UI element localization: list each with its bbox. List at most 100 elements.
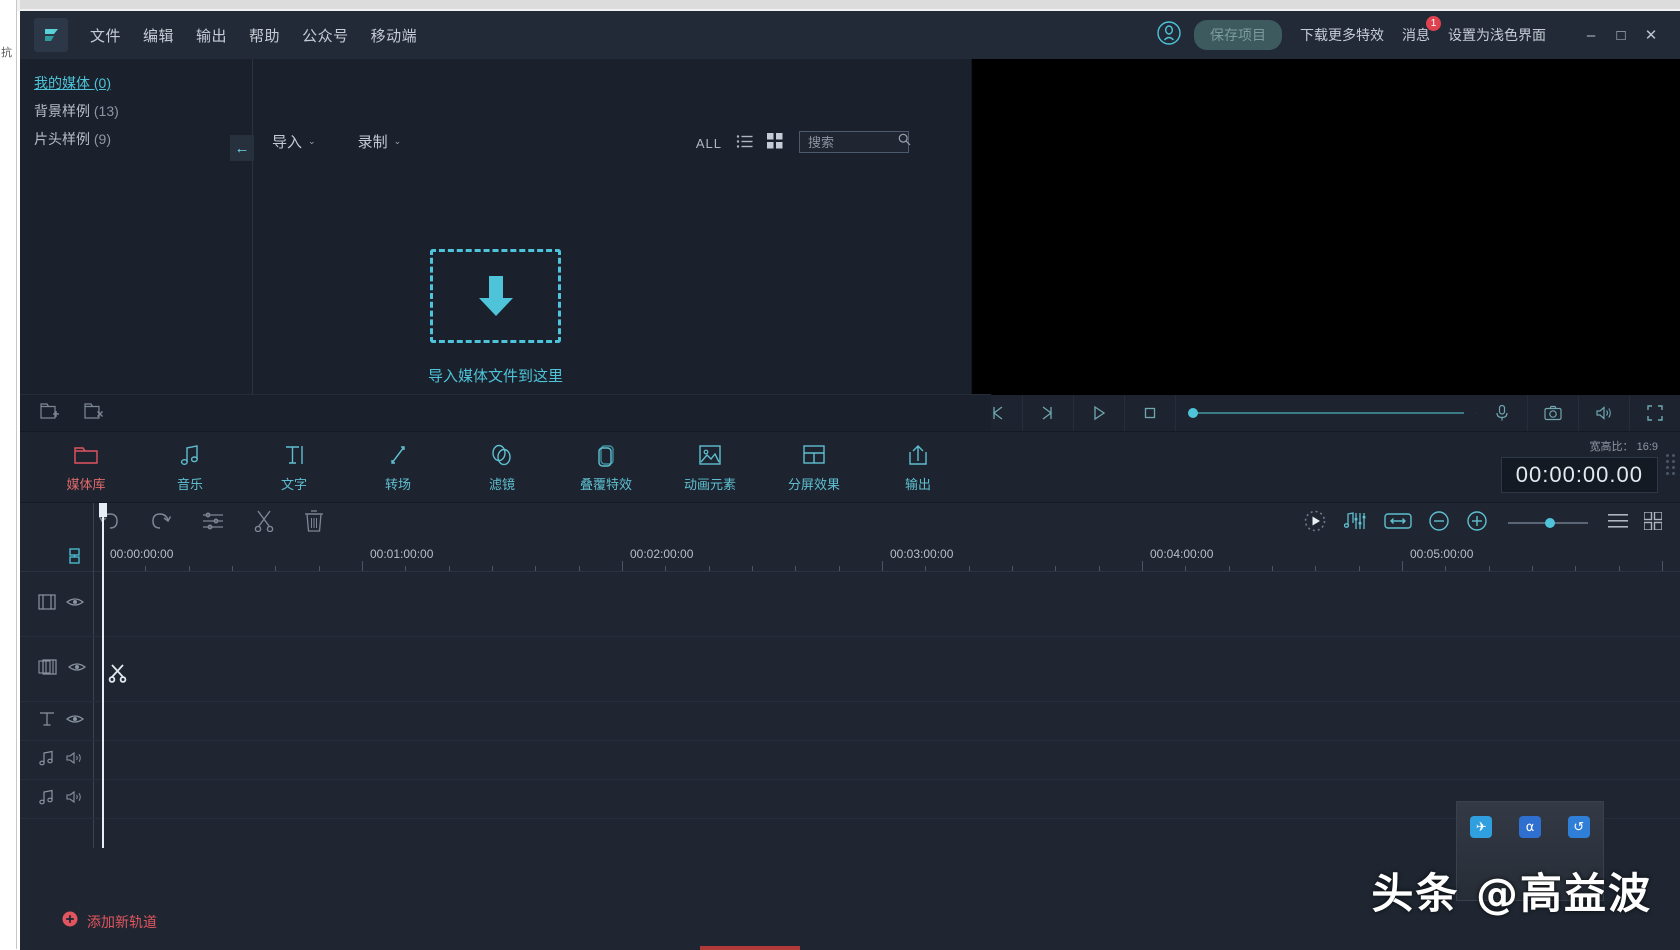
sidebar-item-intro-samples[interactable]: 片头样例 (9) [34,125,234,153]
zoom-out-icon[interactable] [1428,510,1450,537]
record-button[interactable]: 录制 ⌄ [358,131,402,152]
download-effects-button[interactable]: 下载更多特效 [1300,25,1384,45]
tab-filter[interactable]: 滤镜 [450,442,554,493]
tab-media-library[interactable]: 媒体库 [34,442,138,493]
sidebar-item-my-media[interactable]: 我的媒体 (0) [34,69,234,97]
track-header [20,789,88,810]
timeline-zoom-slider[interactable] [1508,522,1588,524]
progress-track[interactable] [1188,412,1464,414]
eye-icon[interactable] [66,595,84,613]
track-content[interactable] [88,702,1680,740]
multi-film-icon[interactable] [38,659,58,680]
fit-timeline-icon[interactable] [1384,511,1412,536]
delete-icon[interactable] [304,510,324,537]
tray-sync-icon[interactable]: ↺ [1568,816,1590,838]
save-project-button[interactable]: 保存项目 [1194,20,1282,50]
speaker-icon[interactable] [66,790,84,809]
redo-icon[interactable] [150,511,172,536]
fullscreen-icon[interactable] [1630,395,1680,431]
menu-official-account[interactable]: 公众号 [302,25,349,46]
add-new-track-label: 添加新轨道 [87,912,157,932]
music-note-icon[interactable] [38,789,56,810]
delete-folder-icon[interactable] [84,402,104,425]
cut-icon[interactable] [254,510,274,537]
eye-icon[interactable] [68,660,86,678]
tab-music[interactable]: 音乐 [138,442,242,493]
tab-export[interactable]: 输出 [866,442,970,493]
preview-video-stage[interactable] [972,59,1680,395]
track-row[interactable] [20,741,1680,780]
speaker-icon[interactable] [66,751,84,770]
marker-icon[interactable] [68,548,81,569]
track-row[interactable] [20,637,1680,702]
tab-splitscreen[interactable]: 分屏效果 [762,442,866,493]
track-content[interactable] [88,741,1680,779]
menu-help[interactable]: 帮助 [249,25,280,46]
music-note-icon[interactable] [38,750,56,771]
menu-file[interactable]: 文件 [90,25,121,46]
dropzone-box[interactable] [430,249,561,343]
grid-view-icon[interactable] [767,133,783,154]
media-toolbar: 导入 ⌄ 录制 ⌄ [272,131,443,152]
play-button[interactable] [1074,395,1125,431]
messages-button[interactable]: 消息 1 [1402,25,1430,45]
film-icon[interactable] [38,594,56,615]
ruler-tick-minor [275,566,276,571]
menu-edit[interactable]: 编辑 [143,25,174,46]
speaker-icon[interactable] [1579,395,1630,431]
new-folder-icon[interactable] [40,402,60,425]
progress-knob[interactable] [1188,408,1198,418]
timeline-ruler[interactable]: 00:00:00:00 00:01:00:00 00:02:00:00 00:0… [20,543,1680,572]
menu-mobile[interactable]: 移动端 [371,25,418,46]
playhead[interactable] [102,503,104,848]
timecode-display[interactable]: 00:00:00.00 [1501,457,1658,493]
track-row[interactable] [20,780,1680,819]
menu-export[interactable]: 输出 [196,25,227,46]
search-icon[interactable] [898,133,911,151]
render-preview-icon[interactable] [1302,508,1328,539]
track-row[interactable] [20,702,1680,741]
search-box[interactable] [799,131,909,153]
track-header [20,659,88,680]
import-button[interactable]: 导入 ⌄ [272,131,316,152]
camera-icon[interactable] [1528,395,1579,431]
filter-all-button[interactable]: ALL [696,136,722,151]
tab-animation[interactable]: 动画元素 [658,442,762,493]
stop-button[interactable] [1125,395,1176,431]
text-t-icon[interactable] [38,711,56,732]
tab-text[interactable]: 文字 [242,442,346,493]
search-input[interactable] [806,134,898,151]
tray-telegram-icon[interactable]: ✈ [1470,816,1492,838]
sidebar-item-background-samples[interactable]: 背景样例 (13) [34,97,234,125]
minimize-button[interactable]: – [1576,20,1606,50]
maximize-button[interactable]: □ [1606,20,1636,50]
track-content[interactable] [88,780,1680,818]
next-frame-button[interactable] [1023,395,1074,431]
user-avatar-icon[interactable] [1156,20,1182,51]
intro-samples-label: 片头样例 [34,131,90,147]
track-content[interactable] [88,637,1680,701]
track-row[interactable] [20,572,1680,637]
mic-icon[interactable] [1477,395,1528,431]
ruler-tick-major [882,561,883,571]
playback-progress-slider[interactable] [1176,412,1477,414]
tray-bluetooth-icon[interactable]: ⍺ [1519,816,1541,838]
track-content[interactable] [88,572,1680,636]
light-theme-button[interactable]: 设置为浅色界面 [1448,25,1546,45]
playhead-handle[interactable] [99,503,107,517]
adjust-icon[interactable] [202,512,224,535]
media-dropzone[interactable]: 导入媒体文件到这里 [20,249,971,386]
collapse-sidebar-button[interactable]: ← [230,135,254,161]
tab-overlay[interactable]: 叠覆特效 [554,442,658,493]
resize-grip[interactable] [1666,454,1676,475]
grid-layout-icon[interactable] [1644,512,1662,535]
zoom-slider-knob[interactable] [1545,518,1555,528]
close-button[interactable]: ✕ [1636,20,1666,50]
eye-icon[interactable] [66,712,84,730]
add-new-track-button[interactable]: 添加新轨道 [62,911,157,932]
tab-transition[interactable]: 转场 [346,442,450,493]
zoom-in-icon[interactable] [1466,510,1488,537]
list-layout-icon[interactable] [1608,513,1628,534]
list-view-icon[interactable] [736,134,753,154]
audio-mix-icon[interactable] [1344,511,1368,536]
